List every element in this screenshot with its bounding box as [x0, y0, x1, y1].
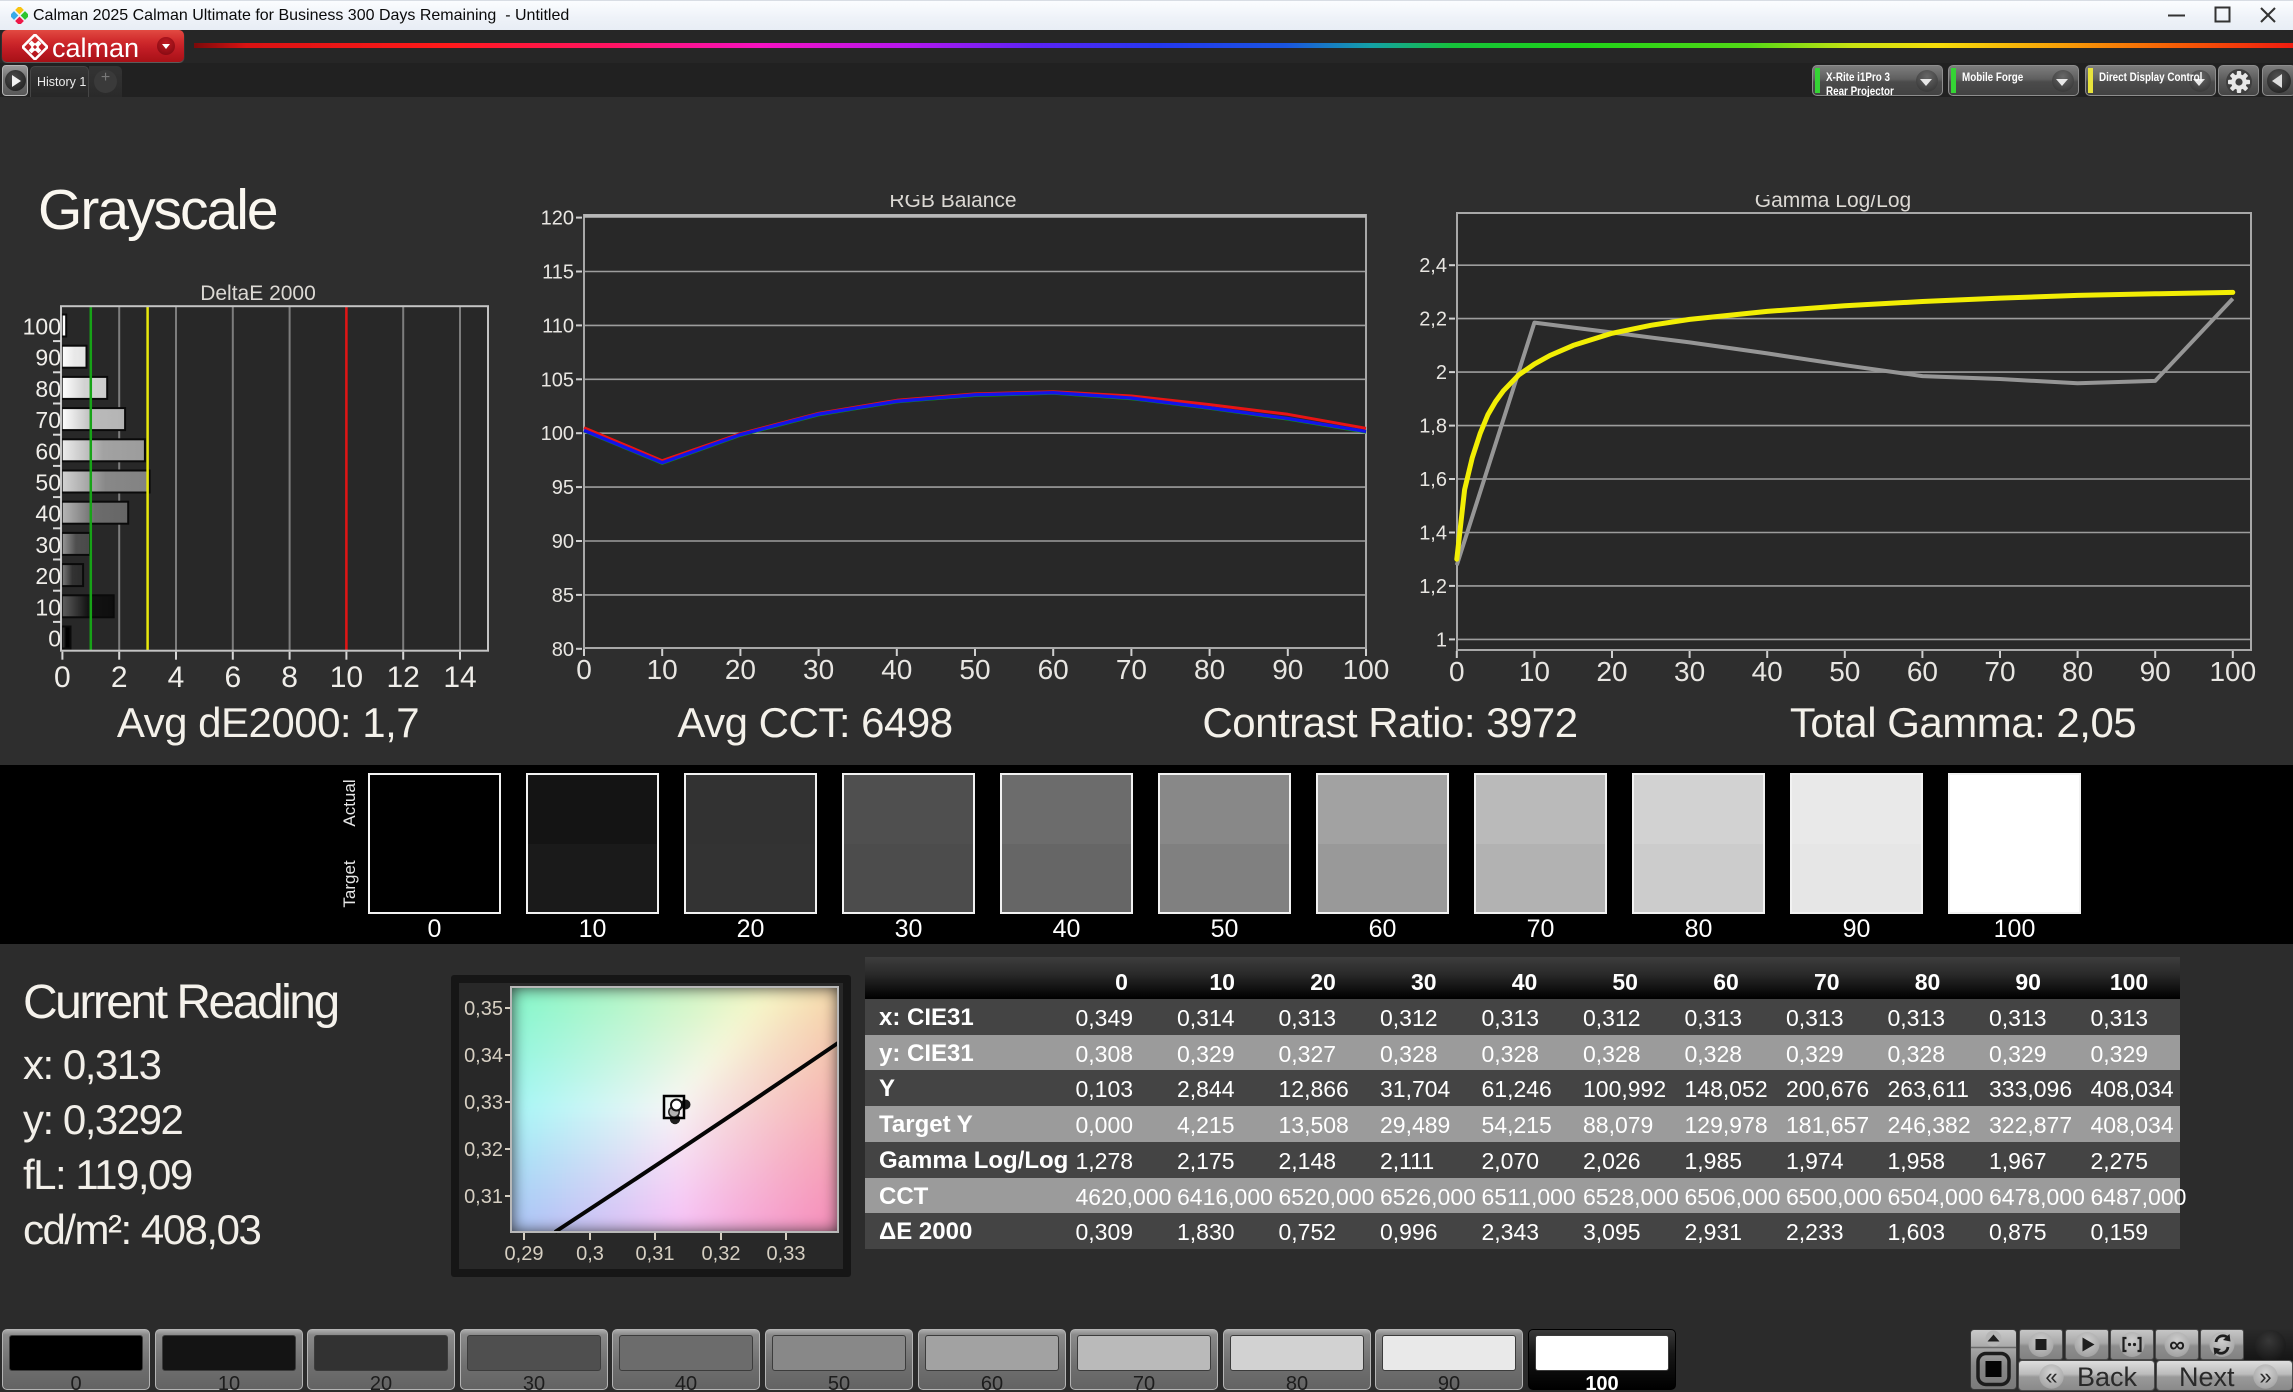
svg-text:«: «: [2045, 1364, 2057, 1389]
svg-text:0,33: 0,33: [464, 1092, 503, 1114]
svg-text:90: 90: [1272, 654, 1303, 685]
svg-text:0,32: 0,32: [702, 1243, 741, 1265]
svg-text:RGB Balance: RGB Balance: [889, 195, 1016, 212]
svg-text:100: 100: [23, 314, 61, 340]
svg-text:70: 70: [1116, 654, 1147, 685]
svg-text:10: 10: [647, 654, 678, 685]
svg-text:30: 30: [803, 654, 834, 685]
svg-text:1,2: 1,2: [1419, 576, 1447, 598]
svg-text:0: 0: [1449, 656, 1465, 687]
svg-text:0,32: 0,32: [464, 1139, 503, 1161]
svg-text:105: 105: [541, 369, 574, 391]
svg-text:30: 30: [1674, 656, 1705, 687]
svg-text:2,2: 2,2: [1419, 309, 1447, 331]
svg-text:6: 6: [224, 661, 241, 694]
svg-text:60: 60: [1907, 656, 1938, 687]
svg-text:50: 50: [35, 470, 61, 496]
svg-text:40: 40: [35, 501, 61, 527]
svg-text:90: 90: [35, 345, 61, 371]
svg-text:14: 14: [443, 661, 476, 694]
svg-text:70: 70: [1984, 656, 2015, 687]
svg-text:12: 12: [387, 661, 420, 694]
svg-text:0,29: 0,29: [505, 1243, 544, 1265]
svg-text:85: 85: [552, 585, 574, 607]
svg-text:0,35: 0,35: [464, 998, 503, 1020]
svg-text:50: 50: [959, 654, 990, 685]
svg-text:»: »: [2259, 1364, 2271, 1389]
svg-text:0,31: 0,31: [636, 1243, 675, 1265]
svg-text:∞: ∞: [2169, 1332, 2185, 1357]
svg-text:1: 1: [1436, 629, 1447, 651]
svg-text:0: 0: [54, 661, 71, 694]
svg-text:10: 10: [1519, 656, 1550, 687]
svg-text:0,33: 0,33: [767, 1243, 806, 1265]
svg-text:90: 90: [552, 531, 574, 553]
svg-text:100: 100: [541, 423, 574, 445]
svg-text:95: 95: [552, 477, 574, 499]
svg-text:10: 10: [35, 594, 61, 620]
svg-text:4: 4: [168, 661, 185, 694]
svg-text:100: 100: [1343, 654, 1390, 685]
svg-text:80: 80: [35, 376, 61, 402]
svg-text:115: 115: [542, 262, 574, 284]
svg-text:1,6: 1,6: [1419, 469, 1447, 491]
svg-text:50: 50: [1829, 656, 1860, 687]
svg-text:0: 0: [576, 654, 592, 685]
svg-text:0: 0: [48, 626, 61, 652]
svg-text:120: 120: [541, 208, 574, 230]
svg-text:0,3: 0,3: [576, 1243, 604, 1265]
svg-text:100: 100: [2209, 656, 2256, 687]
svg-text:Gamma Log/Log: Gamma Log/Log: [1755, 195, 1911, 212]
svg-text:0,31: 0,31: [464, 1186, 503, 1208]
svg-text:80: 80: [1194, 654, 1225, 685]
svg-text:60: 60: [1038, 654, 1069, 685]
svg-text:1,4: 1,4: [1419, 523, 1447, 545]
svg-text:70: 70: [35, 407, 61, 433]
svg-text:80: 80: [2062, 656, 2093, 687]
svg-text:90: 90: [2140, 656, 2171, 687]
svg-text:0,34: 0,34: [464, 1045, 503, 1067]
svg-text:10: 10: [330, 661, 363, 694]
svg-text:40: 40: [881, 654, 912, 685]
svg-text:1,8: 1,8: [1419, 416, 1447, 438]
svg-text:DeltaE 2000: DeltaE 2000: [200, 283, 316, 305]
svg-text:20: 20: [725, 654, 756, 685]
svg-text:20: 20: [1596, 656, 1627, 687]
svg-text:2: 2: [1436, 362, 1447, 384]
svg-text:110: 110: [542, 315, 574, 337]
svg-text:8: 8: [281, 661, 298, 694]
svg-text:2,4: 2,4: [1419, 255, 1447, 277]
svg-text:30: 30: [35, 532, 61, 558]
svg-text:2: 2: [111, 661, 128, 694]
svg-text:80: 80: [552, 639, 574, 661]
svg-text:60: 60: [35, 438, 61, 464]
svg-text:40: 40: [1752, 656, 1783, 687]
svg-text:20: 20: [35, 563, 61, 589]
